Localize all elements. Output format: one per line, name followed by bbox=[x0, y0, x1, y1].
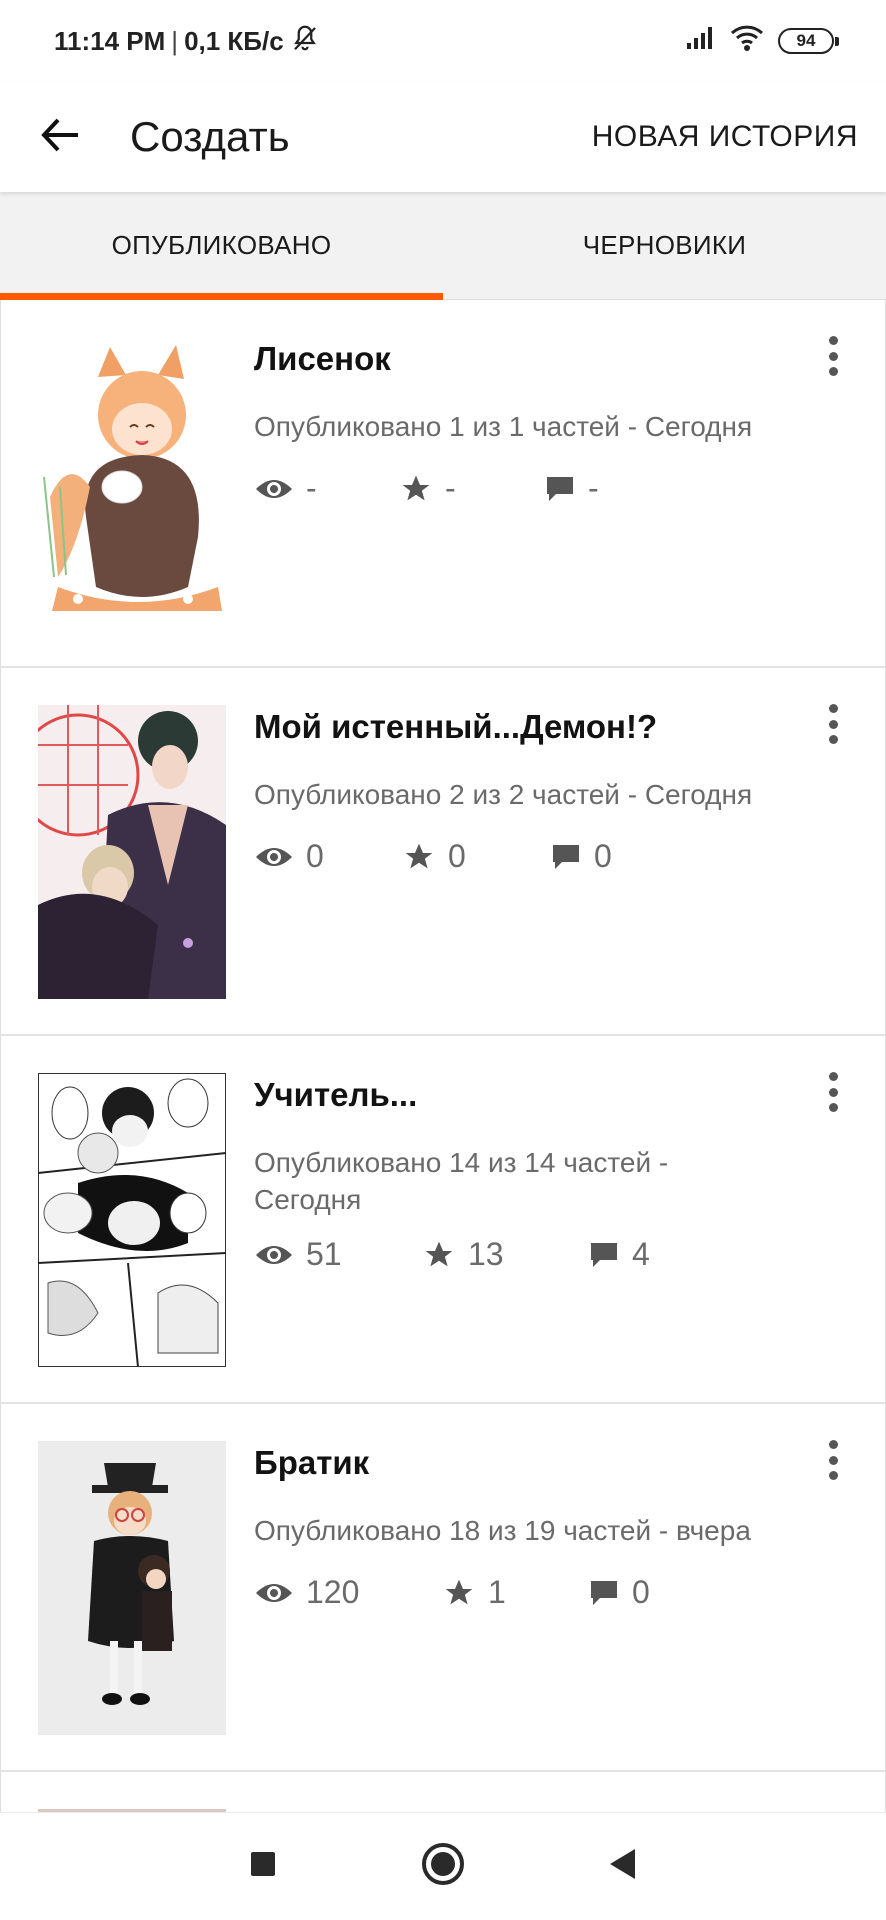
home-circle-icon bbox=[421, 1842, 465, 1891]
status-left: 11:14 PM | 0,1 КБ/с bbox=[54, 23, 320, 60]
home-button[interactable] bbox=[353, 1813, 533, 1920]
new-story-button[interactable]: НОВАЯ ИСТОРИЯ bbox=[592, 120, 886, 154]
story-meta: Опубликовано 2 из 2 частей - Сегодня bbox=[254, 779, 753, 810]
votes-stat: - bbox=[399, 470, 544, 507]
comments-count: 0 bbox=[632, 1574, 650, 1610]
story-cover-image bbox=[38, 1441, 226, 1735]
recents-square-icon bbox=[249, 1850, 277, 1883]
story-stats: 51 13 4 bbox=[254, 1236, 650, 1273]
views-stat: 0 bbox=[254, 838, 402, 875]
story-card[interactable]: Лисенок Опубликовано 1 из 1 частей - Сег… bbox=[0, 300, 886, 668]
tab-published[interactable]: ОПУБЛИКОВАНО bbox=[0, 192, 443, 300]
arrow-left-icon bbox=[40, 117, 80, 158]
story-cover-image bbox=[38, 1073, 226, 1367]
comments-count: - bbox=[588, 470, 599, 506]
status-right: 94 bbox=[686, 24, 839, 59]
story-title: Братик bbox=[254, 1444, 370, 1481]
story-title: Лисенок bbox=[254, 340, 391, 377]
votes-count: 0 bbox=[448, 838, 466, 874]
star-icon bbox=[422, 1239, 456, 1271]
story-title: Мой истенный...Демон!? bbox=[254, 708, 658, 745]
back-triangle-icon bbox=[607, 1847, 639, 1886]
comments-stat: 4 bbox=[588, 1236, 650, 1273]
system-back-button[interactable] bbox=[533, 1813, 713, 1920]
battery-icon: 94 bbox=[778, 28, 839, 54]
star-icon bbox=[442, 1577, 476, 1609]
star-icon bbox=[399, 473, 433, 505]
story-stats: 120 1 0 bbox=[254, 1574, 650, 1611]
tab-drafts[interactable]: ЧЕРНОВИКИ bbox=[443, 192, 886, 299]
more-options-button[interactable] bbox=[821, 1440, 845, 1480]
system-nav-bar bbox=[0, 1812, 886, 1920]
tab-bar: ОПУБЛИКОВАНО ЧЕРНОВИКИ bbox=[0, 192, 886, 300]
app-bar: Создать НОВАЯ ИСТОРИЯ bbox=[0, 82, 886, 192]
views-stat: 51 bbox=[254, 1236, 422, 1273]
bell-off-icon bbox=[290, 23, 320, 60]
eye-icon bbox=[254, 1579, 294, 1607]
story-card[interactable]: Братик Опубликовано 18 из 19 частей - вч… bbox=[0, 1404, 886, 1772]
eye-icon bbox=[254, 843, 294, 871]
votes-stat: 1 bbox=[442, 1574, 588, 1611]
views-stat: - bbox=[254, 470, 399, 507]
network-speed: 0,1 КБ/с bbox=[184, 25, 284, 56]
story-list: Лисенок Опубликовано 1 из 1 частей - Сег… bbox=[0, 300, 886, 1852]
story-cover-image bbox=[38, 705, 226, 999]
views-count: 0 bbox=[306, 838, 324, 874]
page-title: Создать bbox=[130, 113, 290, 160]
comments-count: 4 bbox=[632, 1236, 650, 1272]
story-stats: 0 0 0 bbox=[254, 838, 612, 875]
status-bar: 11:14 PM | 0,1 КБ/с 94 bbox=[0, 0, 886, 82]
comments-stat: 0 bbox=[550, 838, 612, 875]
comments-count: 0 bbox=[594, 838, 612, 874]
signal-icon bbox=[686, 25, 716, 58]
story-stats: - - - bbox=[254, 470, 599, 507]
comment-icon bbox=[550, 842, 582, 872]
more-options-button[interactable] bbox=[821, 704, 845, 744]
comments-stat: - bbox=[544, 470, 599, 507]
comment-icon bbox=[544, 474, 576, 504]
votes-count: 13 bbox=[468, 1236, 504, 1272]
wifi-icon bbox=[730, 24, 764, 59]
story-card[interactable]: Учитель... Опубликовано 14 из 14 частей … bbox=[0, 1036, 886, 1404]
story-title: Учитель... bbox=[254, 1076, 418, 1113]
status-time: 11:14 PM bbox=[54, 25, 166, 56]
votes-count: - bbox=[445, 470, 456, 506]
story-meta: Опубликовано 18 из 19 частей - вчера bbox=[254, 1515, 751, 1546]
comment-icon bbox=[588, 1578, 620, 1608]
views-count: 120 bbox=[306, 1574, 360, 1610]
star-icon bbox=[402, 841, 436, 873]
story-cover-image bbox=[38, 337, 226, 631]
story-meta: Опубликовано 14 из 14 частей - Сегодня bbox=[254, 1147, 669, 1215]
comments-stat: 0 bbox=[588, 1574, 650, 1611]
eye-icon bbox=[254, 475, 294, 503]
votes-count: 1 bbox=[488, 1574, 506, 1610]
recents-button[interactable] bbox=[173, 1813, 353, 1920]
story-meta: Опубликовано 1 из 1 частей - Сегодня bbox=[254, 411, 753, 442]
views-count: 51 bbox=[306, 1236, 342, 1272]
more-options-button[interactable] bbox=[821, 336, 845, 376]
status-separator: | bbox=[171, 25, 179, 56]
views-count: - bbox=[306, 470, 317, 506]
eye-icon bbox=[254, 1241, 294, 1269]
votes-stat: 0 bbox=[402, 838, 550, 875]
views-stat: 120 bbox=[254, 1574, 442, 1611]
votes-stat: 13 bbox=[422, 1236, 588, 1273]
comment-icon bbox=[588, 1240, 620, 1270]
story-card[interactable]: Мой истенный...Демон!? Опубликовано 2 из… bbox=[0, 668, 886, 1036]
back-button[interactable] bbox=[0, 82, 130, 192]
more-options-button[interactable] bbox=[821, 1072, 845, 1112]
